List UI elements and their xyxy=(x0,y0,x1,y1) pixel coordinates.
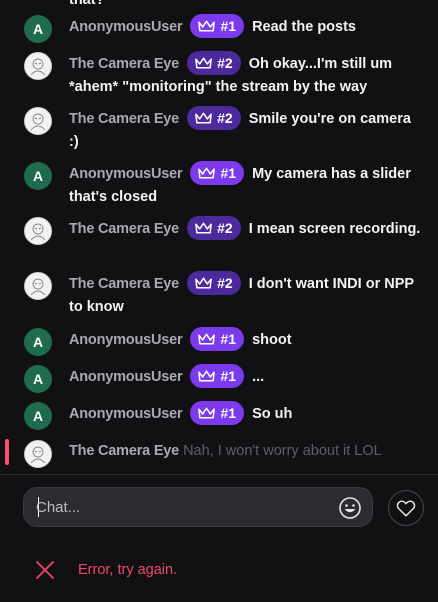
rank-badge[interactable]: #2 xyxy=(187,271,241,295)
rank-badge[interactable]: #1 xyxy=(190,364,245,388)
avatar[interactable] xyxy=(24,107,52,135)
avatar[interactable] xyxy=(24,440,52,468)
smiley-icon xyxy=(339,497,361,519)
rank-badge[interactable]: #1 xyxy=(190,401,245,425)
avatar[interactable] xyxy=(24,217,52,245)
crown-icon xyxy=(195,57,212,69)
crown-icon xyxy=(198,370,216,382)
error-message: Error, try again. xyxy=(34,558,177,582)
error-text: Error, try again. xyxy=(78,562,178,578)
message-text: So uh xyxy=(252,405,293,422)
message-text: Read the posts xyxy=(252,18,356,35)
username[interactable]: AnonymousUser xyxy=(69,369,183,385)
avatar-sketch-icon xyxy=(30,278,46,296)
crown-icon xyxy=(198,20,216,32)
crown-icon xyxy=(198,167,216,179)
avatar[interactable]: A xyxy=(24,328,52,356)
close-icon[interactable] xyxy=(34,559,56,581)
crown-icon xyxy=(195,112,212,124)
heart-button[interactable] xyxy=(388,490,424,526)
username[interactable]: The Camera Eye xyxy=(69,111,179,127)
avatar[interactable] xyxy=(24,52,52,80)
username[interactable]: AnonymousUser xyxy=(69,332,183,348)
message-text: ... xyxy=(252,368,265,385)
chat-input-box[interactable] xyxy=(23,487,373,527)
username[interactable]: The Camera Eye xyxy=(69,443,179,459)
rank-badge[interactable]: #2 xyxy=(187,51,241,75)
divider xyxy=(0,474,438,475)
username[interactable]: AnonymousUser xyxy=(69,19,183,35)
emoji-button[interactable] xyxy=(337,495,363,521)
username[interactable]: AnonymousUser xyxy=(69,406,183,422)
message-text: shoot xyxy=(252,331,292,348)
rank-badge[interactable]: #2 xyxy=(187,216,241,240)
username[interactable]: The Camera Eye xyxy=(69,221,179,237)
avatar-sketch-icon xyxy=(30,446,46,464)
avatar[interactable]: A xyxy=(24,162,52,190)
avatar[interactable]: A xyxy=(24,15,52,43)
chat-log: that? A AnonymousUser #1 Read the posts … xyxy=(0,0,438,474)
partial-message: that? xyxy=(69,0,105,8)
rank-badge[interactable]: #1 xyxy=(190,14,245,38)
avatar-sketch-icon xyxy=(30,113,46,131)
avatar[interactable] xyxy=(24,272,52,300)
crown-icon xyxy=(198,407,216,419)
heart-icon xyxy=(396,500,416,517)
message-text: I mean screen recording. xyxy=(248,220,421,237)
crown-icon xyxy=(195,277,212,289)
rank-badge[interactable]: #1 xyxy=(190,161,245,185)
avatar[interactable]: A xyxy=(24,402,52,430)
username[interactable]: The Camera Eye xyxy=(69,276,179,292)
message-text: Nah, I won't worry about it LOL xyxy=(183,443,382,459)
chat-panel: that? A AnonymousUser #1 Read the posts … xyxy=(0,0,438,602)
crown-icon xyxy=(198,333,216,345)
username[interactable]: The Camera Eye xyxy=(69,56,179,72)
chat-input[interactable] xyxy=(36,488,336,526)
pending-message-marker xyxy=(5,439,9,465)
avatar-sketch-icon xyxy=(30,58,46,76)
avatar[interactable]: A xyxy=(24,365,52,393)
crown-icon xyxy=(195,222,212,234)
rank-badge[interactable]: #1 xyxy=(190,327,245,351)
avatar-sketch-icon xyxy=(30,223,46,241)
rank-badge[interactable]: #2 xyxy=(187,106,241,130)
username[interactable]: AnonymousUser xyxy=(69,166,183,182)
